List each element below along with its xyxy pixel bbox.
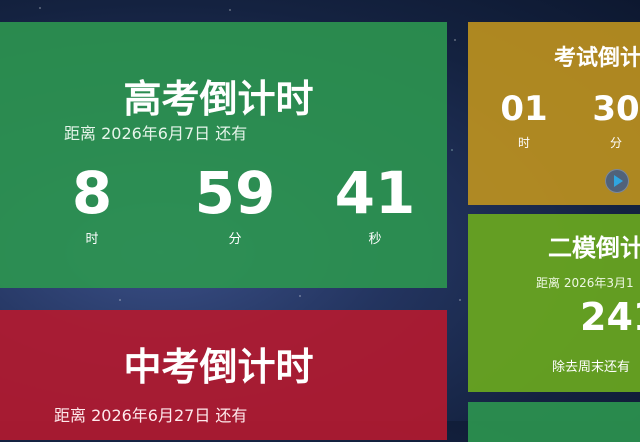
ermo-note: 除去周末还有 [552,360,631,375]
gaokao-hours: 8 时 [42,164,142,247]
exam-minutes: 30 分 [586,92,640,151]
ermo-subtitle: 距离 2026年3月1 [536,276,634,290]
gaokao-hours-value: 8 [71,159,113,227]
gaokao-seconds-value: 41 [334,159,416,227]
gaokao-minutes-value: 59 [194,159,276,227]
exam-countdown-tile[interactable]: 考试倒计 01 时 30 分 [468,22,640,205]
exam-hours-unit: 时 [517,136,530,150]
gaokao-minutes-unit: 分 [228,232,242,247]
exam-hours-value: 01 [500,89,548,129]
extra-countdown-tile[interactable] [468,402,640,442]
zhongkao-title: 中考倒计时 [123,345,314,389]
exam-minutes-unit: 分 [609,136,622,150]
play-icon [614,175,623,187]
exam-hours: 01 时 [494,92,554,151]
ermo-countdown-tile[interactable]: 二模倒计 距离 2026年3月1 241 除去周末还有 [468,214,640,392]
gaokao-seconds: 41 秒 [320,164,430,247]
ermo-title: 二模倒计 [548,234,640,262]
zhongkao-subtitle: 距离 2026年6月27日 还有 [54,406,248,425]
ermo-days-value: 241 [580,295,640,339]
gaokao-countdown-tile[interactable]: 高考倒计时 距离 2026年6月7日 还有 8 时 59 分 41 秒 [0,22,447,288]
gaokao-hours-unit: 时 [85,232,99,247]
gaokao-subtitle: 距离 2026年6月7日 还有 [64,124,248,143]
play-button[interactable] [605,169,629,193]
exam-minutes-value: 30 [592,89,640,129]
exam-title: 考试倒计 [554,46,640,71]
gaokao-seconds-unit: 秒 [368,232,382,247]
gaokao-minutes: 59 分 [180,164,290,247]
gaokao-title: 高考倒计时 [123,77,314,121]
